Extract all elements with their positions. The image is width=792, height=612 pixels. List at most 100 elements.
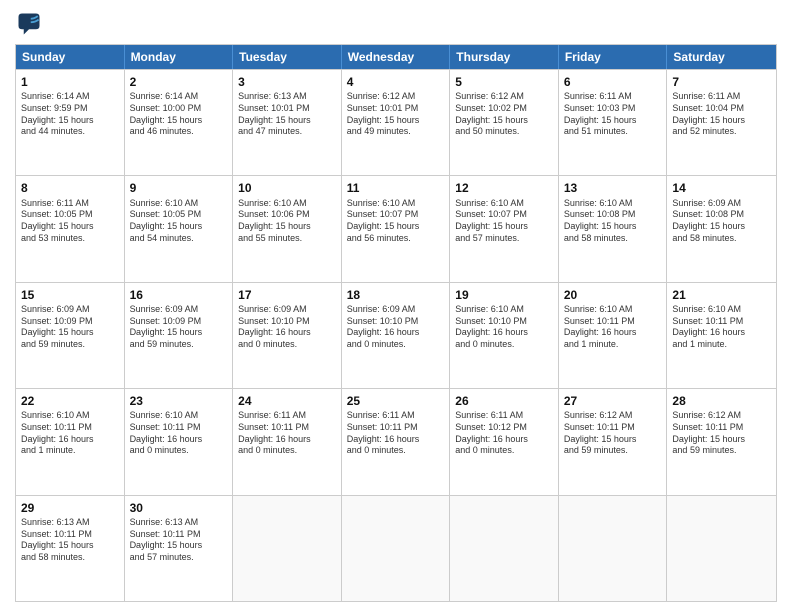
calendar-cell: 30Sunrise: 6:13 AM Sunset: 10:11 PM Dayl… (125, 496, 234, 601)
calendar-cell: 12 Sunrise: 6:10 AM Sunset: 10:07 PM Dayl… (450, 176, 559, 281)
day-number: 30 (130, 500, 228, 516)
header-cell-sunday: Sunday (16, 45, 125, 69)
day-number: 2 (130, 74, 228, 90)
day-number: 1 (21, 74, 119, 90)
header-cell-friday: Friday (559, 45, 668, 69)
calendar-cell: 6Sunrise: 6:11 AM Sunset: 10:03 PM Dayli… (559, 70, 668, 175)
day-info: Sunrise: 6:13 AM Sunset: 10:11 PM Daylig… (130, 517, 228, 564)
day-info: Sunrise: 6:10 AM Sunset: 10:08 PM Daylig… (564, 198, 662, 245)
calendar-cell: 26Sunrise: 6:11 AM Sunset: 10:12 PM Dayl… (450, 389, 559, 494)
day-number: 3 (238, 74, 336, 90)
day-number: 23 (130, 393, 228, 409)
logo (15, 10, 47, 38)
day-info: Sunrise: 6:11 AM Sunset: 10:03 PM Daylig… (564, 91, 662, 138)
day-info: Sunrise: 6:11 AM Sunset: 10:05 PM Daylig… (21, 198, 119, 245)
day-info: Sunrise: 6:12 AM Sunset: 10:02 PM Daylig… (455, 91, 553, 138)
day-number: 17 (238, 287, 336, 303)
day-info: Sunrise: 6:13 AM Sunset: 10:01 PM Daylig… (238, 91, 336, 138)
logo-icon (15, 10, 43, 38)
day-info: Sunrise: 6:12 AM Sunset: 10:11 PM Daylig… (672, 410, 771, 457)
day-number: 4 (347, 74, 445, 90)
day-info: Sunrise: 6:09 AM Sunset: 10:10 PM Daylig… (347, 304, 445, 351)
day-info: Sunrise: 6:11 AM Sunset: 10:11 PM Daylig… (347, 410, 445, 457)
day-info: Sunrise: 6:09 AM Sunset: 10:10 PM Daylig… (238, 304, 336, 351)
calendar-row: 15Sunrise: 6:09 AM Sunset: 10:09 PM Dayl… (16, 282, 776, 388)
day-info: Sunrise: 6:14 AM Sunset: 10:00 PM Daylig… (130, 91, 228, 138)
calendar-body: 1Sunrise: 6:14 AM Sunset: 9:59 PM Daylig… (16, 69, 776, 601)
day-number: 28 (672, 393, 771, 409)
day-info: Sunrise: 6:12 AM Sunset: 10:11 PM Daylig… (564, 410, 662, 457)
calendar-cell: 2Sunrise: 6:14 AM Sunset: 10:00 PM Dayli… (125, 70, 234, 175)
calendar-cell: 24Sunrise: 6:11 AM Sunset: 10:11 PM Dayl… (233, 389, 342, 494)
calendar-cell: 18Sunrise: 6:09 AM Sunset: 10:10 PM Dayl… (342, 283, 451, 388)
day-number: 29 (21, 500, 119, 516)
day-number: 16 (130, 287, 228, 303)
calendar-cell: 17Sunrise: 6:09 AM Sunset: 10:10 PM Dayl… (233, 283, 342, 388)
day-number: 18 (347, 287, 445, 303)
calendar-cell: 5Sunrise: 6:12 AM Sunset: 10:02 PM Dayli… (450, 70, 559, 175)
header-cell-monday: Monday (125, 45, 234, 69)
day-number: 6 (564, 74, 662, 90)
calendar-cell: 20Sunrise: 6:10 AM Sunset: 10:11 PM Dayl… (559, 283, 668, 388)
header-cell-saturday: Saturday (667, 45, 776, 69)
calendar-cell: 10 Sunrise: 6:10 AM Sunset: 10:06 PM Dayl… (233, 176, 342, 281)
calendar-cell (450, 496, 559, 601)
calendar-cell: 13Sunrise: 6:10 AM Sunset: 10:08 PM Dayl… (559, 176, 668, 281)
day-number: 5 (455, 74, 553, 90)
calendar-row: 29Sunrise: 6:13 AM Sunset: 10:11 PM Dayl… (16, 495, 776, 601)
calendar-cell (667, 496, 776, 601)
day-number: 21 (672, 287, 771, 303)
day-info: Sunrise: 6:11 AM Sunset: 10:04 PM Daylig… (672, 91, 771, 138)
calendar-row: 22Sunrise: 6:10 AM Sunset: 10:11 PM Dayl… (16, 388, 776, 494)
calendar-cell (233, 496, 342, 601)
calendar-cell: 27Sunrise: 6:12 AM Sunset: 10:11 PM Dayl… (559, 389, 668, 494)
day-info: Sunrise: 6:10 AM Sunset: 10:07 PM Daylig… (455, 198, 553, 245)
calendar-cell: 7Sunrise: 6:11 AM Sunset: 10:04 PM Dayli… (667, 70, 776, 175)
header-cell-tuesday: Tuesday (233, 45, 342, 69)
calendar-cell: 29Sunrise: 6:13 AM Sunset: 10:11 PM Dayl… (16, 496, 125, 601)
calendar-cell (559, 496, 668, 601)
calendar-row: 8Sunrise: 6:11 AM Sunset: 10:05 PM Dayli… (16, 175, 776, 281)
day-number: 24 (238, 393, 336, 409)
day-number: 20 (564, 287, 662, 303)
calendar-cell: 16Sunrise: 6:09 AM Sunset: 10:09 PM Dayl… (125, 283, 234, 388)
day-info: Sunrise: 6:10 AM Sunset: 10:11 PM Daylig… (21, 410, 119, 457)
calendar-cell (342, 496, 451, 601)
calendar: SundayMondayTuesdayWednesdayThursdayFrid… (15, 44, 777, 602)
day-number: 10 (238, 180, 336, 196)
day-info: Sunrise: 6:10 AM Sunset: 10:07 PM Daylig… (347, 198, 445, 245)
calendar-cell: 14 Sunrise: 6:09 AM Sunset: 10:08 PM Dayl… (667, 176, 776, 281)
day-info: Sunrise: 6:09 AM Sunset: 10:08 PM Daylig… (672, 198, 771, 245)
day-info: Sunrise: 6:10 AM Sunset: 10:11 PM Daylig… (564, 304, 662, 351)
day-info: Sunrise: 6:13 AM Sunset: 10:11 PM Daylig… (21, 517, 119, 564)
calendar-cell: 19Sunrise: 6:10 AM Sunset: 10:10 PM Dayl… (450, 283, 559, 388)
day-number: 25 (347, 393, 445, 409)
day-info: Sunrise: 6:10 AM Sunset: 10:06 PM Daylig… (238, 198, 336, 245)
calendar-cell: 22Sunrise: 6:10 AM Sunset: 10:11 PM Dayl… (16, 389, 125, 494)
day-info: Sunrise: 6:10 AM Sunset: 10:11 PM Daylig… (672, 304, 771, 351)
day-number: 11 (347, 180, 445, 196)
calendar-cell: 15Sunrise: 6:09 AM Sunset: 10:09 PM Dayl… (16, 283, 125, 388)
day-info: Sunrise: 6:11 AM Sunset: 10:12 PM Daylig… (455, 410, 553, 457)
calendar-cell: 23Sunrise: 6:10 AM Sunset: 10:11 PM Dayl… (125, 389, 234, 494)
day-info: Sunrise: 6:09 AM Sunset: 10:09 PM Daylig… (21, 304, 119, 351)
day-number: 12 (455, 180, 553, 196)
calendar-cell: 4Sunrise: 6:12 AM Sunset: 10:01 PM Dayli… (342, 70, 451, 175)
day-number: 9 (130, 180, 228, 196)
page: SundayMondayTuesdayWednesdayThursdayFrid… (0, 0, 792, 612)
day-number: 7 (672, 74, 771, 90)
calendar-cell: 8Sunrise: 6:11 AM Sunset: 10:05 PM Dayli… (16, 176, 125, 281)
day-info: Sunrise: 6:11 AM Sunset: 10:11 PM Daylig… (238, 410, 336, 457)
header-cell-thursday: Thursday (450, 45, 559, 69)
calendar-cell: 9Sunrise: 6:10 AM Sunset: 10:05 PM Dayli… (125, 176, 234, 281)
calendar-cell: 25Sunrise: 6:11 AM Sunset: 10:11 PM Dayl… (342, 389, 451, 494)
day-number: 15 (21, 287, 119, 303)
day-number: 14 (672, 180, 771, 196)
day-number: 19 (455, 287, 553, 303)
day-info: Sunrise: 6:10 AM Sunset: 10:10 PM Daylig… (455, 304, 553, 351)
calendar-header: SundayMondayTuesdayWednesdayThursdayFrid… (16, 45, 776, 69)
calendar-cell: 21Sunrise: 6:10 AM Sunset: 10:11 PM Dayl… (667, 283, 776, 388)
day-info: Sunrise: 6:12 AM Sunset: 10:01 PM Daylig… (347, 91, 445, 138)
header-cell-wednesday: Wednesday (342, 45, 451, 69)
calendar-cell: 11 Sunrise: 6:10 AM Sunset: 10:07 PM Dayl… (342, 176, 451, 281)
